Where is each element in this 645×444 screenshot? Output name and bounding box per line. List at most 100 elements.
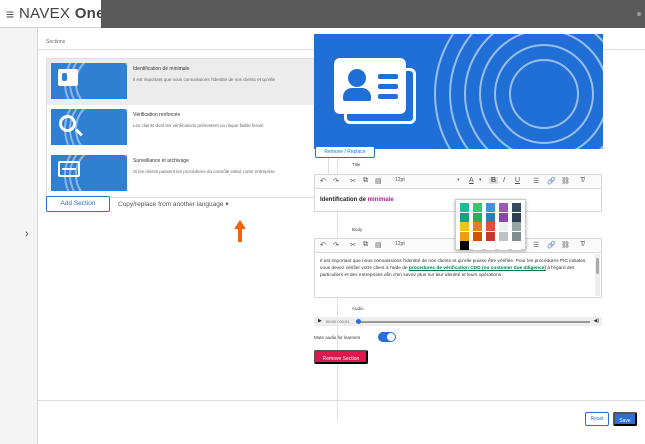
color-swatch[interactable] (473, 241, 482, 250)
color-swatch[interactable] (499, 231, 508, 241)
section-hero-image (314, 34, 603, 149)
undo-icon[interactable]: ↶ (320, 177, 326, 185)
id-card-icon (334, 58, 406, 114)
mute-audio-toggle[interactable] (378, 332, 396, 342)
sections-heading: Sections (46, 39, 66, 45)
card-line (378, 84, 398, 89)
add-section-button[interactable]: Add Section (46, 196, 110, 212)
color-swatch[interactable] (499, 222, 508, 231)
font-size-select[interactable]: 12pt (395, 177, 405, 183)
card-line (378, 94, 398, 99)
caret-down-icon[interactable]: ▾ (479, 177, 482, 183)
color-swatch[interactable] (499, 203, 508, 212)
section-description: Il est important que nous connaissions l… (133, 77, 276, 82)
color-swatch[interactable] (486, 203, 495, 212)
link-icon[interactable]: 🔗 (547, 241, 556, 249)
section-title: Identification de minimale (133, 66, 190, 72)
color-swatch[interactable] (486, 241, 495, 250)
color-swatch[interactable] (486, 212, 495, 222)
remove-replace-button[interactable]: Remove / Replace (315, 146, 375, 158)
section-description: Si les clients passent les procédures du… (133, 169, 275, 174)
color-swatch[interactable] (512, 212, 521, 222)
section-item[interactable]: Surveillance et archivage Si les clients… (47, 151, 328, 197)
save-button[interactable]: Save (613, 412, 637, 426)
body-text-link[interactable]: procédures de vérification CDD (ou custo… (409, 266, 546, 271)
color-swatch[interactable] (473, 231, 482, 241)
font-size-select[interactable]: 12pt (395, 241, 405, 247)
magnifier-icon (59, 115, 76, 132)
color-swatch[interactable] (499, 241, 508, 250)
header-bar (101, 0, 645, 28)
cut-icon[interactable]: ✂ (350, 177, 356, 185)
color-swatch[interactable] (512, 222, 521, 231)
navex-logo: NAVEX One® (19, 5, 109, 22)
audio-seek-handle[interactable] (356, 319, 361, 324)
color-swatch[interactable] (460, 231, 469, 241)
paste-icon[interactable]: ▤ (375, 177, 382, 185)
cut-icon[interactable]: ✂ (350, 241, 356, 249)
color-swatch[interactable] (499, 212, 508, 222)
copy-icon[interactable]: ⧉ (363, 241, 368, 249)
color-swatch[interactable] (473, 222, 482, 231)
redo-icon[interactable]: ↷ (333, 241, 339, 249)
body-label: Body (352, 227, 363, 232)
volume-icon[interactable]: ◀) (593, 318, 599, 324)
section-title: Vérification renforcée (133, 112, 181, 118)
color-swatch[interactable] (486, 222, 495, 231)
color-swatch[interactable] (460, 241, 469, 250)
color-swatch[interactable] (473, 212, 482, 222)
body-scrollbar[interactable] (595, 254, 600, 296)
section-item[interactable]: Identification de minimale Il est import… (47, 59, 328, 105)
unlink-icon[interactable]: ⛓ (561, 177, 570, 185)
caret-down-icon: ▾ (457, 177, 460, 183)
reset-button[interactable]: Reset (585, 412, 609, 426)
audio-time: 00:00 / 00:01 (326, 319, 350, 324)
audio-label: Audio (352, 306, 364, 311)
body-text: Il est important que nous connaissions l… (320, 258, 590, 280)
arrow-up-icon (234, 220, 246, 242)
clear-format-icon[interactable]: T̸ (580, 177, 584, 184)
italic-icon[interactable]: I (503, 177, 505, 184)
title-text: Identification de minimale (320, 197, 394, 203)
list-icon[interactable]: ☰ (533, 177, 539, 185)
redo-icon[interactable]: ↷ (333, 177, 339, 185)
link-icon[interactable]: 🔗 (547, 177, 556, 185)
menu-icon[interactable]: ≡ (6, 6, 14, 22)
play-icon[interactable]: ▶ (318, 318, 322, 324)
undo-icon[interactable]: ↶ (320, 241, 326, 249)
color-swatch[interactable] (486, 231, 495, 241)
card-line (378, 74, 398, 79)
title-label: Title (352, 162, 361, 167)
title-text-highlight: minimale (367, 197, 394, 203)
color-swatch[interactable] (512, 203, 521, 212)
monitor-pulse-icon (58, 161, 80, 177)
color-swatch[interactable] (512, 241, 521, 250)
paste-icon[interactable]: ▤ (375, 241, 382, 249)
color-swatch[interactable] (473, 203, 482, 212)
color-palette-popup (455, 199, 526, 250)
color-swatch[interactable] (460, 222, 469, 231)
audio-seek-bar[interactable] (356, 321, 590, 323)
mute-audio-label: Mute audio for learners (314, 335, 361, 340)
copy-icon[interactable]: ⧉ (363, 177, 368, 185)
chevron-right-icon[interactable]: › (25, 228, 29, 240)
unlink-icon[interactable]: ⛓ (561, 241, 570, 249)
copy-replace-dropdown[interactable]: Copy/replace from another language ▾ (118, 200, 229, 208)
section-item[interactable]: Vérification renforcée Les clients dont … (47, 105, 328, 151)
text-color-icon[interactable]: A (469, 177, 474, 184)
color-swatch[interactable] (512, 231, 521, 241)
underline-icon[interactable]: U (515, 177, 520, 184)
color-swatch[interactable] (460, 212, 469, 222)
list-icon[interactable]: ☰ (533, 241, 539, 249)
fingerprint-icon (75, 155, 127, 191)
section-thumbnail (51, 63, 127, 99)
overflow-icon[interactable] (637, 12, 641, 16)
bold-icon[interactable]: B (489, 177, 499, 184)
caret-down-icon: ▾ (225, 201, 229, 208)
clear-format-icon[interactable]: T̸ (580, 241, 584, 248)
body-editor[interactable]: Il est important que nous connaissions l… (314, 252, 602, 298)
remove-section-button[interactable]: Remove Section (314, 350, 368, 364)
section-thumbnail (51, 155, 127, 191)
footer-divider (38, 400, 645, 401)
color-swatch[interactable] (460, 203, 469, 212)
